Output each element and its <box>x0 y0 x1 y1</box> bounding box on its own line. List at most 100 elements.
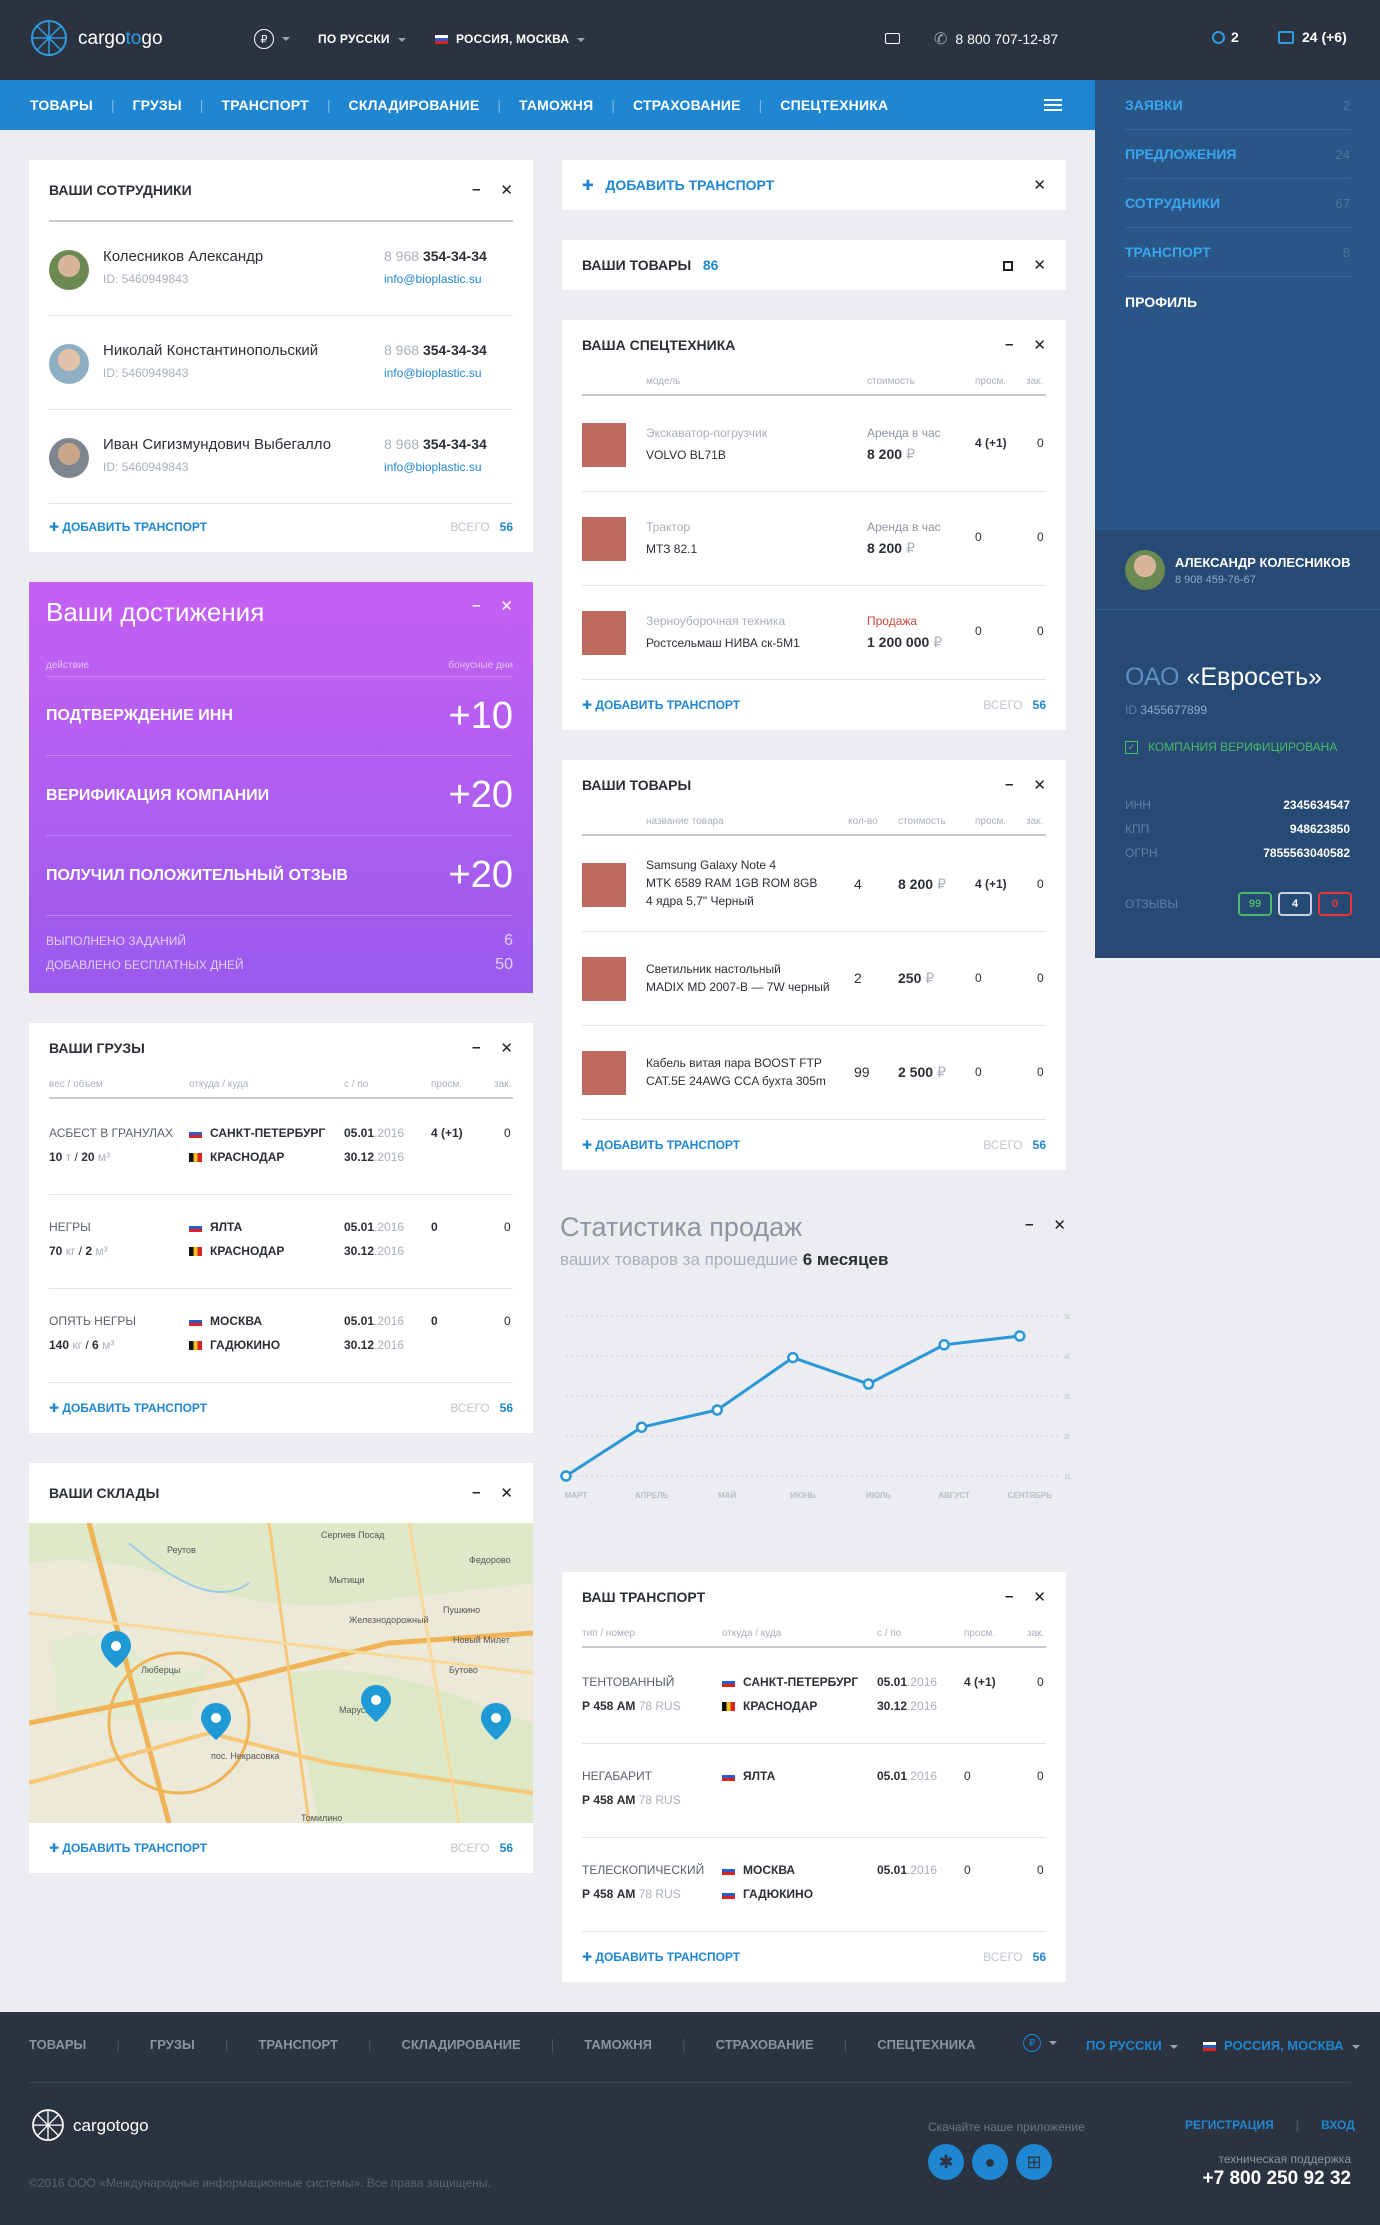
table-row[interactable]: АСБЕСТ В ГРАНУЛАХ 10 т / 20 м³ САНКТ-ПЕТЕР… <box>49 1101 513 1195</box>
footer-nav-item[interactable]: ТОВАРЫ <box>29 2037 86 2052</box>
windows-icon[interactable]: ⊞ <box>1016 2144 1052 2180</box>
maximize-icon[interactable] <box>1003 261 1014 271</box>
flag-icon <box>722 1702 735 1712</box>
nav-item[interactable]: СТРАХОВАНИЕ <box>633 97 741 113</box>
android-icon[interactable]: ✱ <box>928 2144 964 2180</box>
list-item[interactable]: Николай Константинопольский ID: 54609498… <box>49 316 513 410</box>
footer-nav-item[interactable]: СПЕЦТЕХНИКА <box>877 2037 975 2052</box>
email-link[interactable]: info@bioplastic.su <box>384 272 482 286</box>
menu-icon[interactable] <box>1044 99 1062 111</box>
review-neutral[interactable]: 4 <box>1278 892 1312 916</box>
add-button[interactable]: ✚ ДОБАВИТЬ ТРАНСПОРТ <box>49 520 207 534</box>
close-icon[interactable]: ✕ <box>1033 256 1046 274</box>
header-phone[interactable]: ✆ 8 800 707-12-87 <box>934 29 1058 49</box>
nav-item[interactable]: ТАМОЖНЯ <box>519 97 593 113</box>
add-button[interactable]: ✚ ДОБАВИТЬ ТРАНСПОРТ <box>582 1950 740 1964</box>
minimize-icon[interactable]: – <box>1005 1588 1013 1606</box>
mail-icon[interactable] <box>885 33 900 44</box>
footer-currency-select[interactable]: ₽ <box>1023 2034 1057 2052</box>
minimize-icon[interactable]: – <box>472 1484 480 1502</box>
close-icon[interactable]: ✕ <box>1033 176 1046 194</box>
minimize-icon[interactable]: – <box>1005 776 1013 794</box>
table-row[interactable]: ТЕЛЕСКОПИЧЕСКИЙ Р 458 АМ 78 RUS МОСКВА ГАДЮ… <box>582 1838 1046 1932</box>
logo[interactable]: cargotogo <box>28 14 163 64</box>
sidebar-item-profile[interactable]: ПРОФИЛЬ <box>1125 277 1350 326</box>
email-link[interactable]: info@bioplastic.su <box>384 460 482 474</box>
close-icon[interactable]: ✕ <box>1033 776 1046 794</box>
table-row[interactable]: ОПЯТЬ НЕГРЫ 140 кг / 6 м³ МОСКВА ГАДЮКИНО 05… <box>49 1289 513 1383</box>
location-select[interactable]: РОССИЯ, МОСКВА <box>435 32 586 46</box>
item-thumbnail <box>582 517 626 561</box>
table-row[interactable]: Трактор МТЗ 82.1 Аренда в час 8 200 ₽0 0 <box>582 492 1046 586</box>
close-icon[interactable]: ✕ <box>1053 1216 1066 1234</box>
footer-location-select[interactable]: РОССИЯ, МОСКВА <box>1203 2038 1360 2053</box>
footer-nav-item[interactable]: ТРАНСПОРТ <box>258 2037 338 2052</box>
close-icon[interactable]: ✕ <box>500 1484 513 1502</box>
close-icon[interactable]: ✕ <box>500 597 513 615</box>
data-point <box>635 1421 648 1433</box>
email-link[interactable]: info@bioplastic.su <box>384 366 482 380</box>
x-tick-label: АВГУСТ <box>938 1491 970 1500</box>
nav-item[interactable]: ГРУЗЫ <box>133 97 182 113</box>
warehouse-map[interactable]: Реутов Сергиев Посад Мытищи Пушкино Любе… <box>29 1523 533 1823</box>
sidebar-item-offers[interactable]: ПРЕДЛОЖЕНИЯ 24 <box>1125 130 1350 179</box>
sidebar-item-requests[interactable]: ЗАЯВКИ 2 <box>1125 81 1350 130</box>
table-row[interactable]: Samsung Galaxy Note 4 MTK 6589 RAM 1GB RO… <box>582 838 1046 932</box>
map-label: пос. Некрасовка <box>211 1751 279 1761</box>
apple-icon[interactable]: ● <box>972 2144 1008 2180</box>
list-item[interactable]: Иван Сигизмундович Выбегалло ID: 5460949… <box>49 410 513 504</box>
support-phone[interactable]: +7 800 250 92 32 <box>1203 2168 1351 2190</box>
review-negative[interactable]: 0 <box>1318 892 1352 916</box>
footer-logo[interactable]: cargotogo <box>29 2104 149 2148</box>
review-positive[interactable]: 99 <box>1238 892 1272 916</box>
footer-nav-item[interactable]: СТРАХОВАНИЕ <box>716 2037 814 2052</box>
table-row[interactable]: Светильник настольный MADIX MD 2007-B — 7… <box>582 932 1046 1026</box>
footer-nav-item[interactable]: ГРУЗЫ <box>150 2037 195 2052</box>
table-row[interactable]: Кабель витая пара BOOST FTP CAT.5E 24AWG … <box>582 1026 1046 1120</box>
minimize-icon[interactable]: – <box>472 181 480 199</box>
minimize-icon[interactable]: – <box>1025 1216 1033 1234</box>
table-row[interactable]: НЕГАБАРИТ Р 458 АМ 78 RUS ЯЛТА 05.01.2016 0 0 <box>582 1744 1046 1838</box>
user-card[interactable]: АЛЕКСАНДР КОЛЕСНИКОВ 8 908 459-76-67 <box>1095 530 1380 610</box>
sidebar-item-transport[interactable]: ТРАНСПОРТ 8 <box>1125 228 1350 277</box>
footer-language-select[interactable]: ПО РУССКИ <box>1086 2038 1178 2053</box>
sidebar-item-employees[interactable]: СОТРУДНИКИ 67 <box>1125 179 1350 228</box>
nav-item[interactable]: СКЛАДИРОВАНИЕ <box>349 97 480 113</box>
minimize-icon[interactable]: – <box>472 1039 480 1057</box>
flag-ru-icon <box>722 1866 735 1876</box>
table-row[interactable]: Зерноуборочная техника Ростсельмаш НИВА с… <box>582 586 1046 680</box>
phone-icon: ✆ <box>934 31 948 48</box>
add-button[interactable]: ✚ ДОБАВИТЬ ТРАНСПОРТ <box>582 1138 740 1152</box>
transport-panel: ВАШ ТРАНСПОРТ – ✕ тип / номер откуда / куда… <box>562 1572 1066 1982</box>
x-tick-label: ИЮНЬ <box>790 1491 816 1500</box>
search-button[interactable]: 2 <box>1212 29 1239 45</box>
language-select[interactable]: ПО РУССКИ <box>318 32 406 46</box>
footer-nav-item[interactable]: ТАМОЖНЯ <box>584 2037 652 2052</box>
flag-icon <box>189 1153 202 1163</box>
nav-item[interactable]: СПЕЦТЕХНИКА <box>780 97 888 113</box>
add-button[interactable]: ✚ ДОБАВИТЬ ТРАНСПОРТ <box>49 1401 207 1415</box>
messages-button[interactable]: 24 (+6) <box>1278 29 1347 45</box>
nav-item[interactable]: ТОВАРЫ <box>30 97 93 113</box>
register-link[interactable]: РЕГИСТРАЦИЯ <box>1185 2118 1274 2132</box>
logo-icon <box>32 2109 64 2141</box>
avatar <box>49 438 89 478</box>
login-link[interactable]: ВХОД <box>1321 2118 1355 2132</box>
close-icon[interactable]: ✕ <box>500 181 513 199</box>
close-icon[interactable]: ✕ <box>1033 336 1046 354</box>
close-icon[interactable]: ✕ <box>500 1039 513 1057</box>
table-row[interactable]: Экскаватор-погрузчик VOLVO BL71B Аренда в … <box>582 398 1046 492</box>
minimize-icon[interactable]: – <box>472 597 480 615</box>
table-row[interactable]: НЕГРЫ 70 кг / 2 м³ ЯЛТА КРАСНОДАР 05.01.2016… <box>49 1195 513 1289</box>
x-tick-label: СЕНТЯБРЬ <box>1008 1491 1053 1500</box>
add-button[interactable]: ✚ ДОБАВИТЬ ТРАНСПОРТ <box>49 1841 207 1855</box>
nav-item[interactable]: ТРАНСПОРТ <box>221 97 308 113</box>
list-item[interactable]: Колесников Александр ID: 5460949843 8 96… <box>49 222 513 316</box>
add-button[interactable]: ✚ ДОБАВИТЬ ТРАНСПОРТ <box>582 698 740 712</box>
table-row[interactable]: ТЕНТОВАННЫЙ Р 458 АМ 78 RUS САНКТ-ПЕТЕРБУР… <box>582 1650 1046 1744</box>
currency-select[interactable]: ₽ <box>254 29 290 49</box>
minimize-icon[interactable]: – <box>1005 336 1013 354</box>
add-transport-button[interactable]: ✚ ДОБАВИТЬ ТРАНСПОРТ <box>582 177 774 194</box>
close-icon[interactable]: ✕ <box>1033 1588 1046 1606</box>
footer-nav-item[interactable]: СКЛАДИРОВАНИЕ <box>402 2037 521 2052</box>
